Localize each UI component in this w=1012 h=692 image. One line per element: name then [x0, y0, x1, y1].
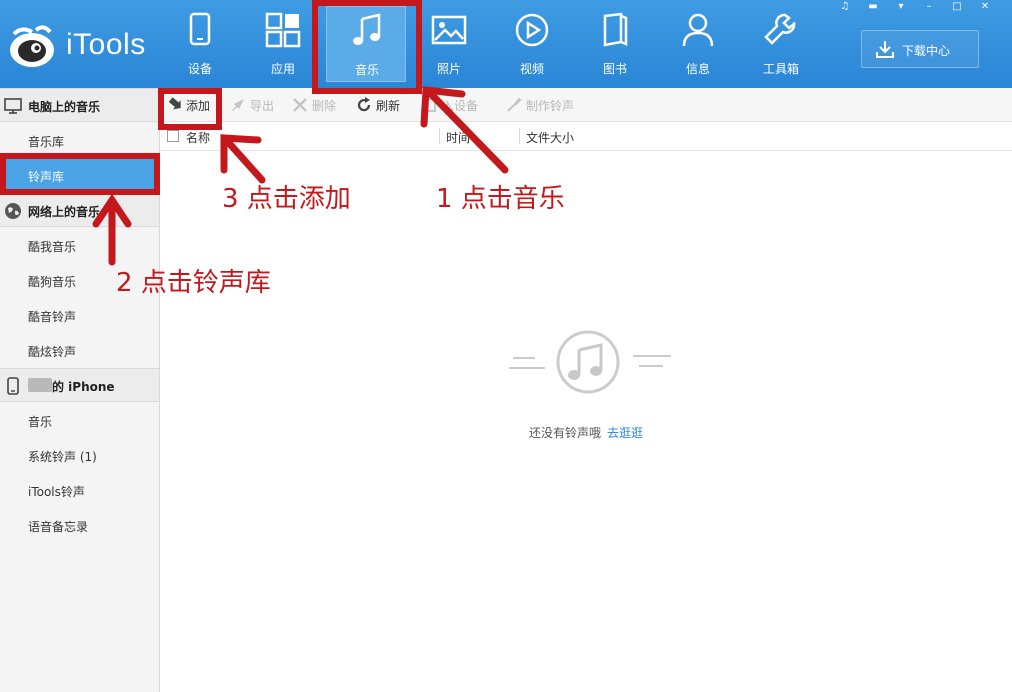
refresh-button[interactable]: 刷新	[356, 96, 406, 114]
globe-icon	[5, 203, 21, 219]
sidebar-item-label: 酷我音乐	[28, 240, 77, 254]
annotation-step2: 2 点击铃声库	[116, 268, 271, 298]
import-device-label: 入设备	[442, 99, 479, 113]
browse-link[interactable]: 去逛逛	[607, 426, 643, 440]
empty-message-text: 还没有铃声哦	[529, 426, 602, 440]
app-name: iTools	[66, 28, 146, 61]
tab-toolbox[interactable]: 工具箱	[741, 6, 821, 82]
sidebar-item-label: iTools铃声	[28, 485, 85, 499]
tab-apps-label: 应用	[270, 62, 295, 76]
column-divider	[519, 128, 520, 144]
toolbar: 添加 导出 删除 刷新 入设备 制作铃声	[160, 88, 1012, 122]
section-computer-music[interactable]: 电脑上的音乐	[0, 88, 159, 122]
sidebar-item-label: 系统铃声 (1)	[28, 450, 97, 464]
tab-video-label: 视频	[519, 62, 544, 76]
minimize-icon[interactable]: –	[916, 0, 942, 16]
sidebar-item-kuxuan-ringtone[interactable]: 酷炫铃声	[0, 333, 159, 367]
download-icon	[876, 41, 894, 58]
music-mini-icon[interactable]: ♫	[832, 0, 858, 16]
sidebar-item-system-ringtones[interactable]: 系统铃声 (1)	[0, 438, 159, 472]
delete-button[interactable]: 删除	[292, 96, 342, 114]
device-icon	[189, 12, 211, 46]
section-online-music[interactable]: 网络上的音乐	[0, 193, 159, 227]
export-icon	[232, 99, 244, 111]
refresh-label: 刷新	[376, 99, 401, 113]
sidebar-item-iphone-music[interactable]: 音乐	[0, 403, 159, 437]
tab-info-label: 信息	[685, 62, 710, 76]
select-all-checkbox[interactable]	[167, 130, 179, 142]
empty-state-message: 还没有铃声哦 去逛逛	[529, 424, 643, 441]
sidebar-item-voice-memos[interactable]: 语音备忘录	[0, 508, 159, 542]
menu-icon[interactable]: ▾	[888, 0, 914, 16]
make-ringtone-icon	[507, 97, 522, 112]
highlight-add-button	[158, 88, 222, 130]
column-divider	[439, 128, 440, 144]
sidebar-item-label: 酷炫铃声	[28, 345, 77, 359]
sidebar-item-label: 音乐	[28, 415, 53, 429]
empty-music-icon	[509, 330, 671, 394]
close-icon[interactable]: ✕	[972, 0, 998, 16]
highlight-ringtone-library	[0, 153, 160, 195]
export-label: 导出	[250, 99, 275, 113]
column-time[interactable]: 时间	[446, 129, 470, 146]
sidebar-item-itools-ringtones[interactable]: iTools铃声	[0, 473, 159, 507]
monitor-icon	[4, 98, 22, 114]
sidebar-item-label: 音乐库	[28, 135, 65, 149]
annotation-step3: 3 点击添加	[222, 184, 351, 214]
phone-icon	[7, 377, 19, 395]
book-icon	[603, 12, 628, 47]
highlight-music-tab	[312, 0, 422, 94]
tab-apps[interactable]: 应用	[243, 6, 323, 82]
delete-label: 删除	[312, 99, 337, 113]
column-size[interactable]: 文件大小	[526, 129, 574, 146]
play-icon	[515, 13, 549, 47]
sidebar-item-label: 语音备忘录	[28, 520, 89, 534]
tab-toolbox-label: 工具箱	[762, 62, 799, 76]
sidebar-item-kuwo[interactable]: 酷我音乐	[0, 228, 159, 262]
tab-device[interactable]: 设备	[160, 6, 240, 82]
tab-books[interactable]: 图书	[575, 6, 655, 82]
sidebar-item-label: 酷音铃声	[28, 310, 77, 324]
sidebar-item-label: 酷狗音乐	[28, 275, 77, 289]
sidebar-item-music-library[interactable]: 音乐库	[0, 123, 159, 157]
export-button[interactable]: 导出	[230, 96, 280, 114]
annotation-step1: 1 点击音乐	[436, 184, 565, 214]
person-icon	[682, 13, 714, 47]
apps-grid-icon	[265, 12, 301, 48]
tab-books-label: 图书	[602, 62, 627, 76]
photo-icon	[431, 15, 467, 45]
import-device-button[interactable]: 入设备	[422, 96, 492, 114]
make-ringtone-label: 制作铃声	[526, 99, 575, 113]
blurred-owner-name	[28, 378, 52, 392]
tab-video[interactable]: 视频	[492, 6, 572, 82]
download-center-button[interactable]: 下载中心	[861, 30, 979, 68]
sidebar-item-kuyin-ringtone[interactable]: 酷音铃声	[0, 298, 159, 332]
section-title: 网络上的音乐	[28, 205, 101, 219]
app-logo: iTools	[8, 22, 158, 70]
column-header: 名称 时间 文件大小	[160, 122, 1012, 151]
column-name[interactable]: 名称	[186, 129, 210, 146]
maximize-icon[interactable]: □	[944, 0, 970, 16]
feedback-icon[interactable]: ▬	[860, 0, 886, 16]
itools-logo-icon	[10, 25, 54, 67]
section-title: 电脑上的音乐	[28, 100, 101, 114]
tab-device-label: 设备	[187, 62, 212, 76]
top-bar: iTools 设备 应用 音乐 照片 视频 图书 信息 工具箱 ♫ ▬ ▾ – …	[0, 0, 1012, 88]
section-title: 的 iPhone	[52, 380, 115, 394]
wrench-icon	[764, 13, 796, 45]
refresh-icon	[357, 97, 371, 112]
import-device-icon	[424, 98, 436, 112]
section-iphone[interactable]: 的 iPhone	[0, 368, 159, 402]
tab-info[interactable]: 信息	[658, 6, 738, 82]
download-center-label: 下载中心	[902, 44, 951, 58]
make-ringtone-button[interactable]: 制作铃声	[506, 96, 586, 114]
delete-x-icon	[293, 98, 307, 112]
